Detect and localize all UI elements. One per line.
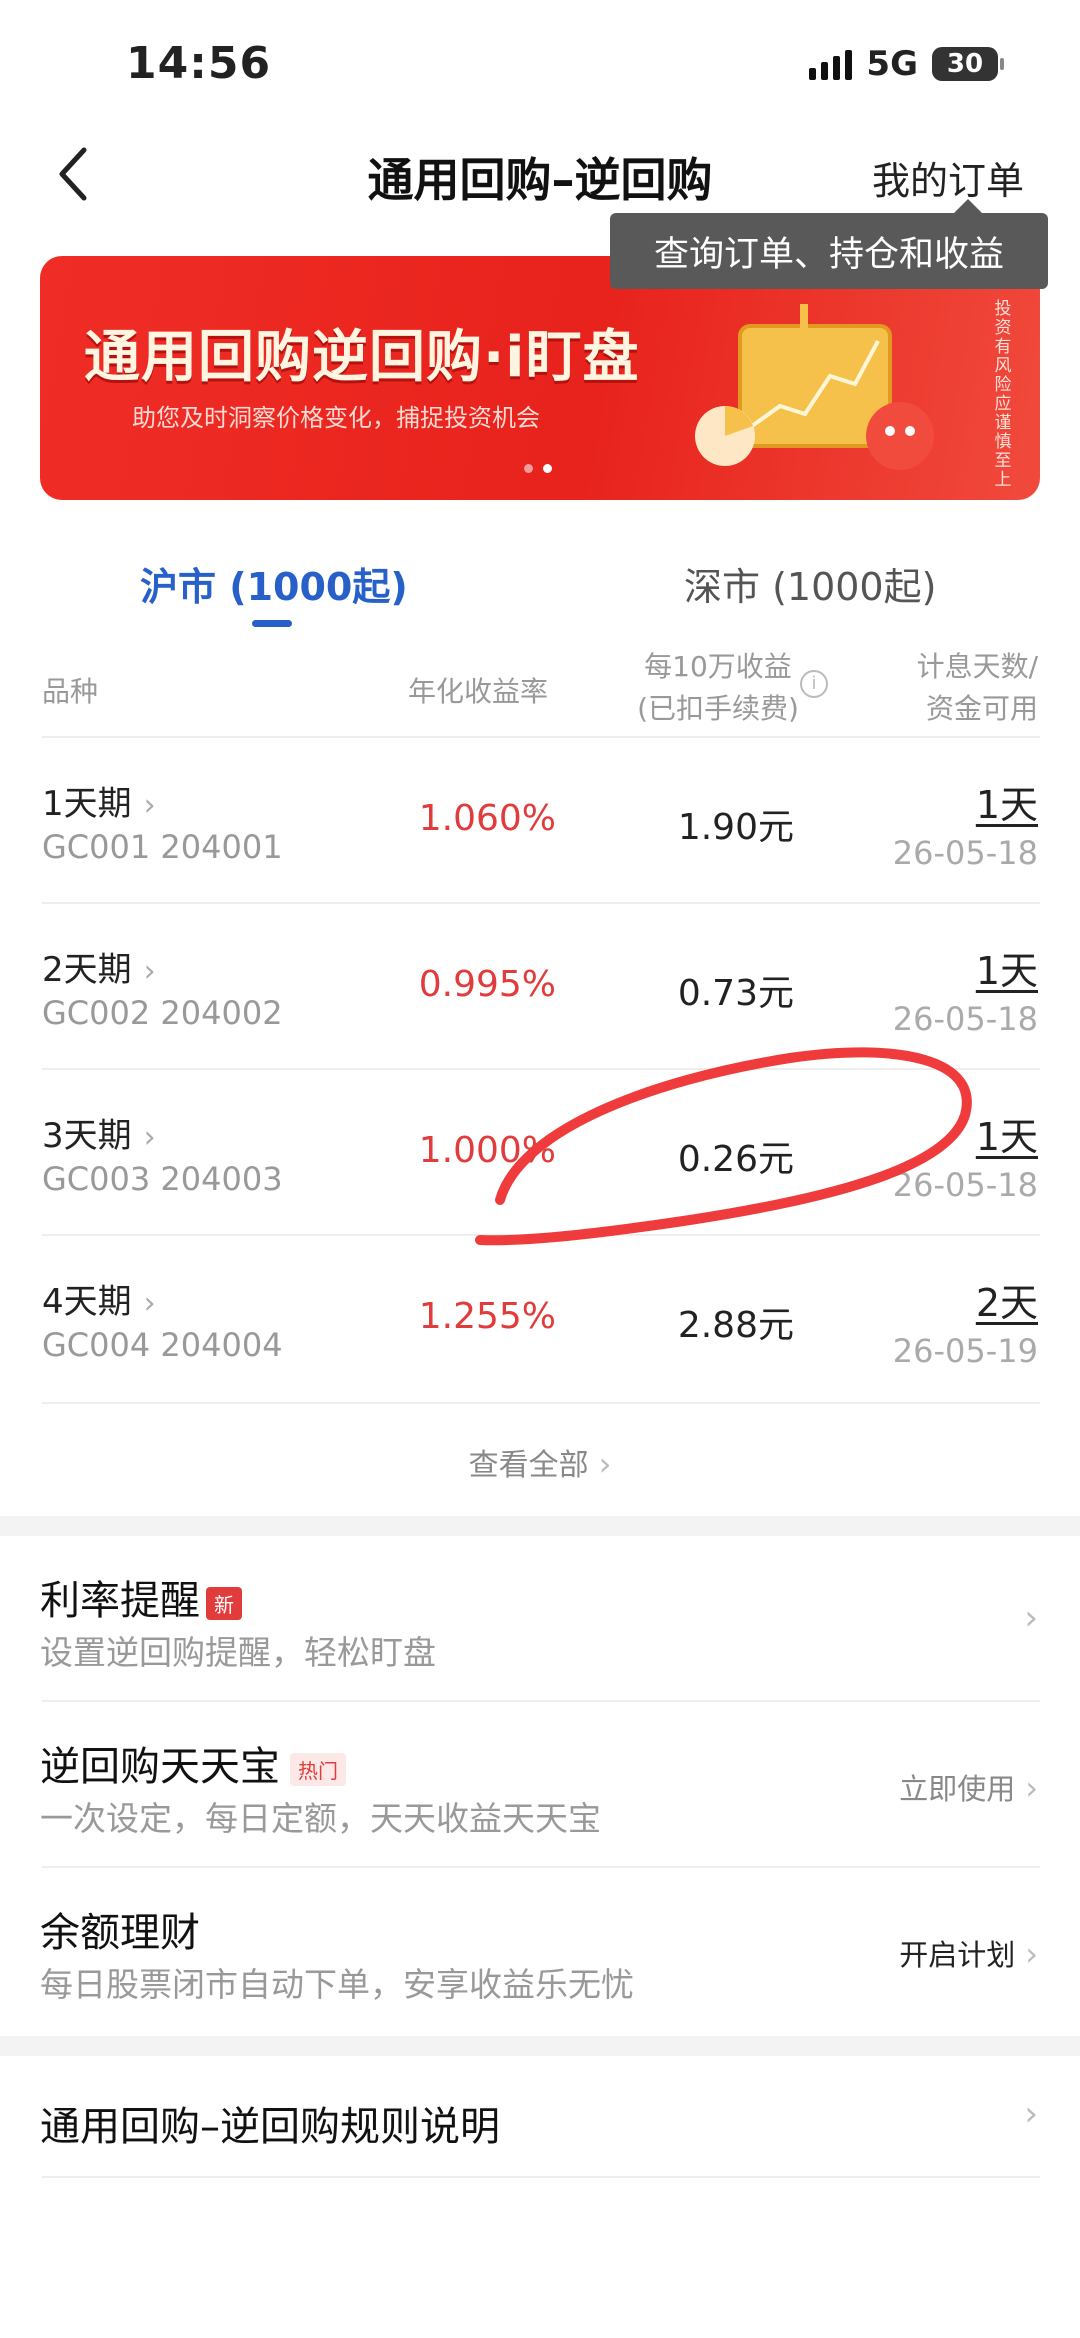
feature-title-label: 利率提醒: [40, 1578, 200, 1624]
battery-level: 30: [946, 49, 984, 79]
view-all-link[interactable]: 查看全部 ›: [0, 1440, 1080, 1484]
divider: [42, 1700, 1040, 1702]
tab-shenzhen[interactable]: 深市 (1000起): [684, 556, 936, 611]
header-earn-line1: 每10万收益: [644, 650, 792, 683]
view-all-label: 查看全部: [468, 1448, 589, 1483]
chevron-right-icon: ›: [598, 1445, 612, 1483]
tab-indicator: [252, 620, 292, 627]
banner-title: 通用回购逆回购·i盯盘: [84, 325, 640, 390]
divider: [42, 2176, 1040, 2178]
info-icon[interactable]: i: [800, 670, 828, 698]
row-code: GC003 204003: [42, 1160, 283, 1198]
row-name-label: 3天期: [42, 1116, 132, 1156]
row-days[interactable]: 1天: [976, 774, 1038, 829]
rules-link[interactable]: 通用回购–逆回购规则说明: [40, 2094, 500, 2152]
banner-subtitle: 助您及时洞察价格变化，捕捉投资机会: [132, 404, 540, 432]
feature-title-label: 余额理财: [40, 1910, 200, 1956]
chevron-right-icon: ›: [143, 1286, 156, 1321]
section-divider: [0, 2036, 1080, 2056]
new-badge: 新: [206, 1586, 242, 1620]
row-date: 26-05-18: [892, 834, 1038, 872]
feature-subtitle: 一次设定，每日定额，天天收益天天宝: [40, 1799, 601, 1838]
row-date: 26-05-19: [892, 1332, 1038, 1370]
banner-illustration-icon: [695, 304, 934, 470]
row-name[interactable]: 1天期 ›: [42, 776, 156, 825]
battery-icon: 30: [932, 47, 1004, 81]
signal-icon: [809, 48, 853, 80]
feature-title: 利率提醒新: [40, 1568, 242, 1626]
chevron-right-icon: ›: [143, 1120, 156, 1155]
divider: [42, 1402, 1040, 1404]
row-earn: 2.88元: [677, 1305, 794, 1346]
row-code: GC001 204001: [42, 828, 283, 866]
header-rate: 年化收益率: [408, 675, 549, 708]
my-orders-link[interactable]: 我的订单: [872, 150, 1024, 205]
banner-pager: [524, 464, 552, 473]
row-name-label: 4天期: [42, 1282, 132, 1322]
row-rate: 1.060%: [418, 798, 556, 839]
pager-dot: [524, 464, 533, 473]
header-earn-line2: (已扣手续费): [637, 692, 799, 725]
status-icons: 5G 30: [809, 44, 1004, 84]
row-days[interactable]: 1天: [976, 940, 1038, 995]
use-now-button[interactable]: 立即使用 ›: [899, 1766, 1038, 1808]
header-name: 品种: [42, 675, 99, 708]
row-rate: 1.255%: [418, 1296, 556, 1337]
promo-banner[interactable]: 通用回购逆回购·i盯盘 助您及时洞察价格变化，捕捉投资机会 投资有风险 应谨慎至…: [40, 256, 1040, 500]
chevron-right-icon: ›: [1025, 1769, 1038, 1807]
start-plan-button[interactable]: 开启计划 ›: [899, 1932, 1038, 1974]
use-now-label: 立即使用: [899, 1772, 1016, 1806]
divider: [42, 902, 1040, 904]
row-earn: 0.73元: [677, 973, 794, 1014]
row-name[interactable]: 3天期 ›: [42, 1108, 156, 1157]
feature-title[interactable]: 逆回购天天宝 热门: [40, 1734, 346, 1792]
chevron-right-icon[interactable]: ›: [1024, 2094, 1038, 2134]
header-earn: 每10万收益 (已扣手续费): [618, 646, 818, 730]
header-days: 计息天数/ 资金可用: [917, 646, 1038, 730]
chevron-right-icon[interactable]: ›: [1024, 1598, 1038, 1638]
start-plan-label: 开启计划: [899, 1938, 1016, 1972]
row-code: GC004 204004: [42, 1326, 283, 1364]
row-rate: 0.995%: [418, 964, 556, 1005]
row-name-label: 1天期: [42, 784, 132, 824]
pager-dot-active: [543, 464, 552, 473]
row-name-label: 2天期: [42, 950, 132, 990]
chevron-right-icon: ›: [1025, 1935, 1038, 1973]
banner-risk-note: 投资有风险 应谨慎至上: [994, 299, 1012, 490]
row-days[interactable]: 2天: [976, 1272, 1038, 1327]
row-name[interactable]: 2天期 ›: [42, 942, 156, 991]
feature-title-label: 逆回购天天宝: [40, 1744, 280, 1790]
divider: [42, 1866, 1040, 1868]
status-time: 14:56: [126, 38, 272, 89]
annotation-circle-mark: [475, 1047, 972, 1246]
divider: [42, 736, 1040, 738]
tab-shanghai[interactable]: 沪市 (1000起): [140, 556, 408, 611]
feature-subtitle: 设置逆回购提醒，轻松盯盘: [40, 1633, 436, 1672]
header-days-line2: 资金可用: [925, 692, 1038, 725]
feature-subtitle: 每日股票闭市自动下单，安享收益乐无忧: [40, 1965, 634, 2004]
orders-tooltip: 查询订单、持仓和收益: [610, 199, 1048, 289]
hot-badge: 热门: [290, 1752, 346, 1786]
row-name[interactable]: 4天期 ›: [42, 1274, 156, 1323]
chevron-right-icon: ›: [143, 788, 156, 823]
feature-title[interactable]: 余额理财: [40, 1900, 200, 1958]
row-code: GC002 204002: [42, 994, 283, 1032]
section-divider: [0, 1516, 1080, 1536]
chevron-right-icon: ›: [143, 954, 156, 989]
row-earn: 1.90元: [677, 807, 794, 848]
network-label: 5G: [866, 44, 918, 84]
header-days-line1: 计息天数/: [916, 650, 1038, 683]
